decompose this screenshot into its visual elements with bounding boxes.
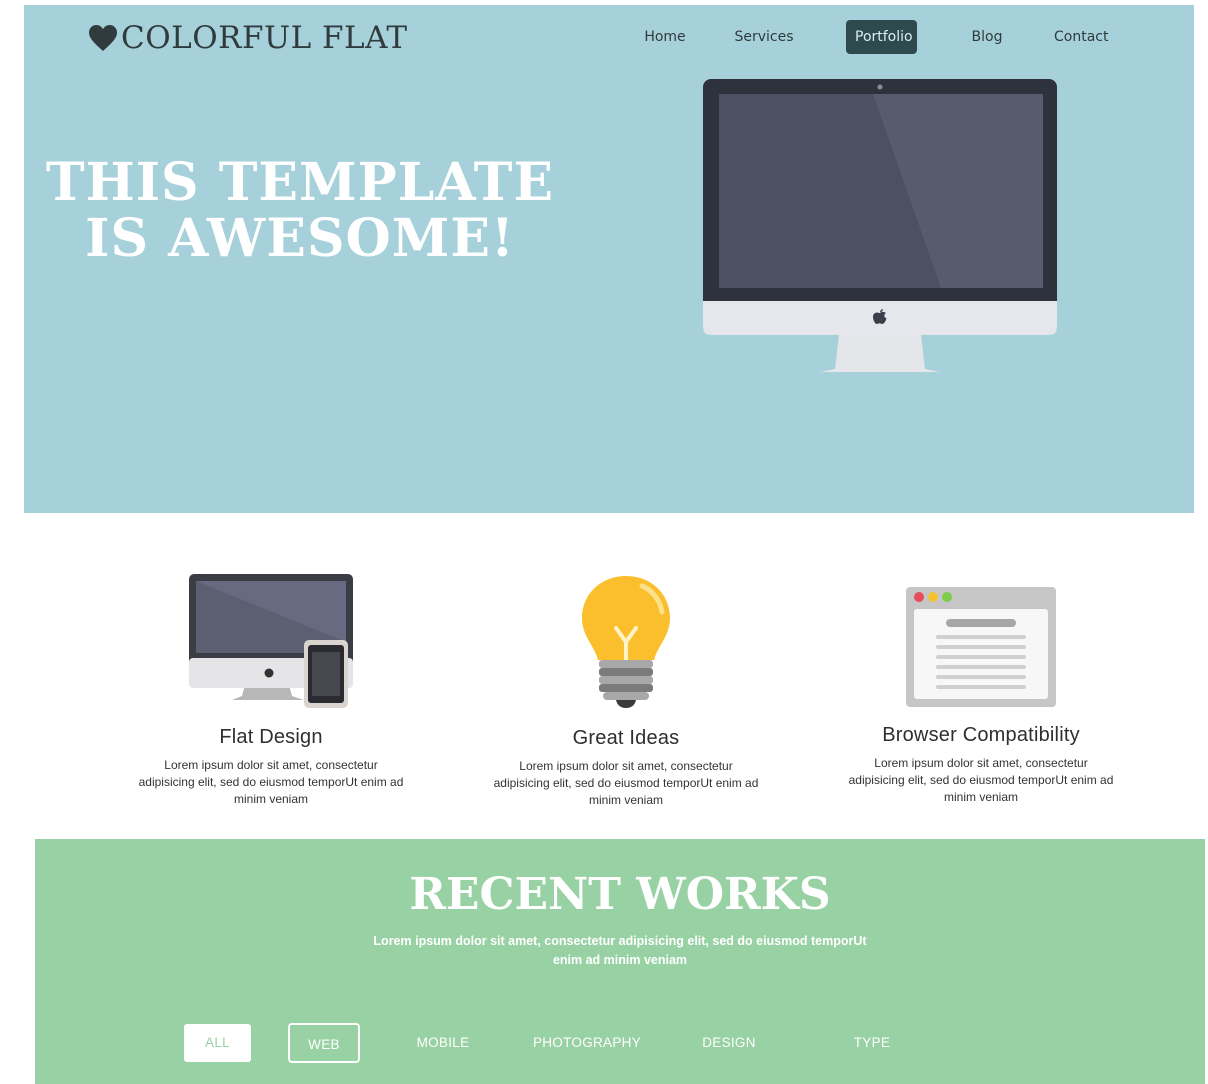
works-subtitle: Lorem ipsum dolor sit amet, consectetur … [373, 934, 867, 967]
desktop-tablet-icon [189, 574, 353, 708]
nav-portfolio[interactable]: Portfolio [846, 20, 917, 54]
hero-title: THIS TEMPLATE IS AWESOME! [24, 155, 576, 267]
hero-title-line-1: THIS TEMPLATE [45, 152, 555, 213]
nav-blog[interactable]: Blog [970, 20, 1004, 54]
hero-title-line-2: IS AWESOME! [85, 208, 515, 269]
feature-title: Flat Design [219, 726, 323, 748]
nav-home[interactable]: Home [638, 20, 692, 54]
feature-title: Browser Compatibility [882, 724, 1080, 746]
lightbulb-icon [582, 576, 670, 708]
browser-window-icon [906, 587, 1056, 707]
filter-mobile[interactable]: MOBILE [409, 1023, 477, 1063]
nav-services[interactable]: Services [734, 20, 794, 54]
nav-contact[interactable]: Contact [1054, 20, 1108, 54]
filter-web[interactable]: WEB [288, 1023, 360, 1063]
feature-browser-compatibility: Browser Compatibility Lorem ipsum dolor … [831, 585, 1131, 806]
filter-photography[interactable]: PHOTOGRAPHY [529, 1023, 645, 1063]
filter-design[interactable]: DESIGN [696, 1023, 762, 1063]
main-nav: Home Services Portfolio Blog Contact [24, 20, 1194, 54]
feature-text: Lorem ipsum dolor sit amet, consectetur … [138, 758, 404, 806]
feature-text: Lorem ipsum dolor sit amet, consectetur … [493, 759, 759, 807]
feature-text: Lorem ipsum dolor sit amet, consectetur … [848, 756, 1114, 804]
recent-works-section: RECENT WORKS Lorem ipsum dolor sit amet,… [35, 839, 1205, 1084]
feature-title: Great Ideas [572, 727, 680, 749]
works-title: RECENT WORKS [409, 869, 831, 920]
feature-great-ideas: Great Ideas Lorem ipsum dolor sit amet, … [476, 572, 776, 809]
hero-section: COLORFUL FLAT Home Services Portfolio Bl… [24, 5, 1194, 513]
filter-all[interactable]: ALL [184, 1024, 251, 1062]
filter-type[interactable]: TYPE [843, 1023, 901, 1063]
imac-illustration [703, 79, 1057, 372]
feature-flat-design: Flat Design Lorem ipsum dolor sit amet, … [121, 572, 421, 808]
